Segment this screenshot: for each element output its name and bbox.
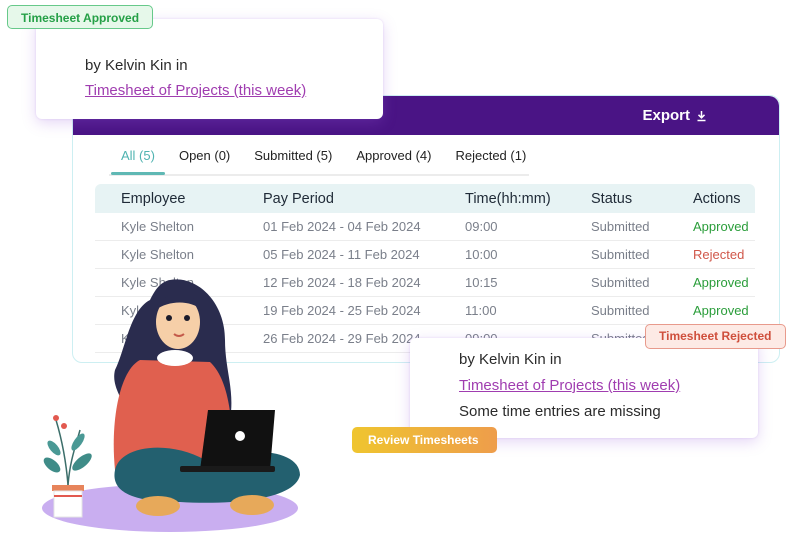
status-cell: Submitted [591, 275, 650, 290]
woman-with-laptop-illustration [42, 279, 300, 532]
export-button[interactable]: Export [642, 107, 707, 124]
column-header-status[interactable]: Status [565, 191, 667, 207]
table-header: Employee Pay Period Time(hh:mm) Status A… [95, 184, 755, 213]
download-icon [697, 110, 706, 121]
rejected-notification-card: by Kelvin Kin in Timesheet of Projects (… [410, 338, 758, 438]
status-tabs: All (5) Open (0) Submitted (5) Approved … [109, 146, 529, 176]
status-cell: Submitted [591, 303, 650, 318]
time-cell: 10:15 [465, 275, 498, 290]
action-cell[interactable]: Approved [667, 275, 755, 290]
status-cell: Submitted [591, 219, 650, 234]
review-timesheets-button[interactable]: Review Timesheets [352, 427, 497, 453]
pay-period-cell: 01 Feb 2024 - 04 Feb 2024 [263, 219, 421, 234]
time-cell: 10:00 [465, 247, 498, 262]
table-row[interactable]: Kyle Shelton 05 Feb 2024 - 11 Feb 2024 10:… [95, 241, 755, 269]
employee-cell: Kyle Shelton [121, 219, 194, 234]
employee-cell: Kyle Shelton [121, 247, 194, 262]
approved-notification-card: by Kelvin Kin in Timesheet of Projects (… [36, 19, 383, 119]
approved-by-line: by Kelvin Kin in [85, 57, 188, 74]
timesheet-rejected-badge: Timesheet Rejected [645, 324, 786, 349]
approved-timesheet-link[interactable]: Timesheet of Projects (this week) [85, 82, 306, 99]
rejected-by-line: by Kelvin Kin in [459, 351, 562, 368]
column-header-time[interactable]: Time(hh:mm) [439, 191, 565, 207]
time-cell: 09:00 [465, 219, 498, 234]
column-header-actions: Actions [693, 190, 741, 207]
left-shoe [136, 496, 180, 516]
tab-open[interactable]: Open (0) [167, 146, 242, 172]
table-row[interactable]: Kyle Shelton 01 Feb 2024 - 04 Feb 2024 09:… [95, 213, 755, 241]
status-cell: Submitted [591, 247, 650, 262]
tab-submitted[interactable]: Submitted (5) [242, 146, 344, 172]
action-cell[interactable]: Rejected [667, 247, 755, 262]
column-header-pay-period[interactable]: Pay Period [237, 191, 439, 207]
tab-rejected[interactable]: Rejected (1) [443, 146, 538, 172]
timesheet-approved-badge: Timesheet Approved [7, 5, 154, 29]
action-cell[interactable]: Approved [667, 303, 755, 318]
rejected-timesheet-link[interactable]: Timesheet of Projects (this week) [459, 377, 680, 394]
export-label: Export [642, 107, 690, 124]
tab-approved[interactable]: Approved (4) [344, 146, 443, 172]
column-header-employee[interactable]: Employee [95, 191, 237, 207]
pay-period-cell: 05 Feb 2024 - 11 Feb 2024 [263, 247, 420, 262]
right-shoe [230, 495, 274, 515]
action-cell[interactable]: Approved [667, 219, 755, 234]
tab-all[interactable]: All (5) [109, 146, 167, 175]
time-cell: 11:00 [465, 303, 497, 318]
rejection-note: Some time entries are missing [459, 403, 661, 420]
